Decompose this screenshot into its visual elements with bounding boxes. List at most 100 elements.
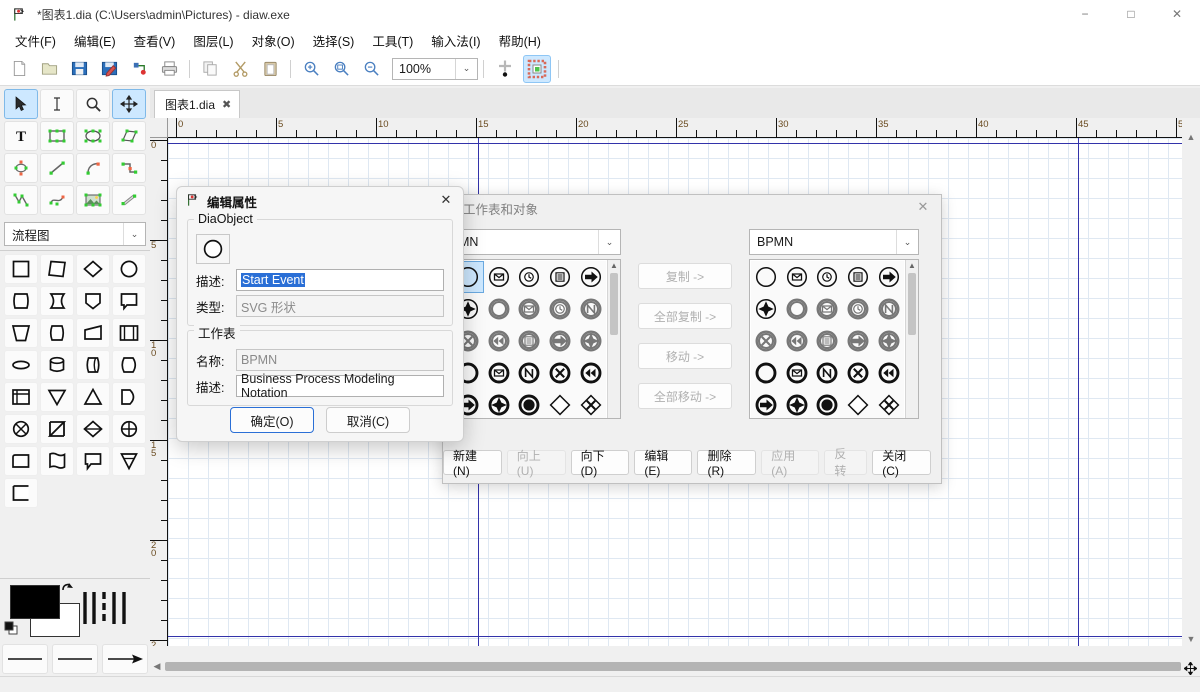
- multiple-intermediate-icon[interactable]: [575, 325, 606, 357]
- display-shape[interactable]: [112, 350, 146, 380]
- move-to-button[interactable]: 移动 ->: [638, 343, 732, 369]
- chevron-down-icon[interactable]: ⌄: [896, 230, 918, 254]
- zoom-combobox[interactable]: 100% ⌄: [392, 57, 478, 80]
- magnify-tool[interactable]: [76, 89, 110, 119]
- minimize-button[interactable]: −: [1062, 0, 1108, 28]
- pan-corner-icon[interactable]: [1182, 660, 1198, 676]
- open-button[interactable]: [36, 56, 62, 82]
- compensation-end-event-icon[interactable]: [873, 357, 904, 389]
- scrollbar-thumb[interactable]: [165, 662, 1181, 671]
- rule-end-event-icon[interactable]: [812, 357, 843, 389]
- predefined-process-shape[interactable]: [112, 318, 146, 348]
- menu-input-method[interactable]: 输入法(I): [422, 28, 489, 53]
- inverted-triangle-shape[interactable]: [40, 382, 74, 412]
- zoom-in-button[interactable]: [298, 56, 324, 82]
- preparation-shape[interactable]: [40, 318, 74, 348]
- scrollbar-thumb[interactable]: [610, 273, 618, 335]
- multiple-end-event-icon[interactable]: [483, 389, 515, 418]
- close-icon[interactable]: ✕: [436, 192, 456, 211]
- message-end-event-icon[interactable]: [483, 357, 515, 389]
- move-all-to-button[interactable]: 全部移动 ->: [638, 383, 732, 409]
- direct-access-shape[interactable]: [76, 350, 110, 380]
- outline-tool[interactable]: [112, 185, 146, 215]
- link-start-event-icon[interactable]: [575, 261, 606, 293]
- menu-help[interactable]: 帮助(H): [490, 28, 550, 53]
- reset-colors-icon[interactable]: [4, 621, 20, 640]
- scroll-up-icon[interactable]: ▲: [906, 260, 918, 272]
- gateway-icon[interactable]: [544, 389, 576, 418]
- rule-end-event-icon[interactable]: [514, 357, 545, 389]
- modify-tool[interactable]: [4, 89, 38, 119]
- message-start-event-icon[interactable]: [781, 261, 813, 293]
- plain-line-end-button[interactable]: [2, 644, 48, 674]
- menu-select[interactable]: 选择(S): [304, 28, 364, 53]
- apply-button[interactable]: 应用(A): [761, 449, 820, 478]
- terminate-end-event-icon[interactable]: [812, 389, 843, 418]
- text-tool[interactable]: [40, 89, 74, 119]
- zoom-out-button[interactable]: [358, 56, 384, 82]
- delay-shape[interactable]: [40, 286, 74, 316]
- intermediate-event-icon[interactable]: [483, 293, 515, 325]
- chevron-down-icon[interactable]: ⌄: [455, 58, 477, 79]
- scrollbar-thumb[interactable]: [908, 273, 916, 335]
- close-icon[interactable]: ✖: [222, 98, 231, 111]
- end-event-icon[interactable]: [751, 357, 782, 389]
- multiple-start-event-icon[interactable]: [751, 293, 782, 325]
- callout-shape[interactable]: [76, 446, 110, 476]
- timer-start-event-icon[interactable]: [812, 261, 843, 293]
- close-icon[interactable]: ✕: [913, 199, 933, 217]
- move-up-button[interactable]: 向上(U): [506, 449, 566, 478]
- diamond-outline-shape[interactable]: [76, 414, 110, 444]
- diamond-shape[interactable]: [76, 254, 110, 284]
- save-as-button[interactable]: [96, 56, 122, 82]
- maximize-button[interactable]: □: [1108, 0, 1154, 28]
- copy-all-to-button[interactable]: 全部复制 ->: [638, 303, 732, 329]
- exclusive-gateway-icon[interactable]: [873, 389, 904, 418]
- foreground-color-swatch[interactable]: [10, 585, 60, 619]
- menu-tools[interactable]: 工具(T): [363, 28, 422, 53]
- hourglass-shape[interactable]: [40, 414, 74, 444]
- zoom-value[interactable]: 100%: [393, 59, 455, 79]
- down-arrow-shape[interactable]: [112, 446, 146, 476]
- export-button[interactable]: [126, 56, 152, 82]
- scroll-up-icon[interactable]: ▲: [608, 260, 620, 272]
- triangle-shape[interactable]: [76, 382, 110, 412]
- save-button[interactable]: [66, 56, 92, 82]
- note-shape[interactable]: [112, 286, 146, 316]
- object-description-field[interactable]: Start Event: [236, 269, 444, 291]
- exception-intermediate-icon[interactable]: [751, 325, 782, 357]
- menu-view[interactable]: 查看(V): [125, 28, 185, 53]
- image-tool[interactable]: [76, 185, 110, 215]
- bezier-tool[interactable]: [40, 185, 74, 215]
- show-page-breaks-toggle[interactable]: [523, 54, 551, 83]
- snap-to-grid-toggle[interactable]: [491, 55, 519, 83]
- vertical-scrollbar[interactable]: ▲ ▼: [1184, 130, 1198, 646]
- zigzag-tool[interactable]: [112, 153, 146, 183]
- scroll-left-icon[interactable]: ◀: [150, 661, 164, 672]
- circle-shape[interactable]: [112, 254, 146, 284]
- circle-cross-shape[interactable]: [112, 414, 146, 444]
- ellipse-tool[interactable]: [76, 121, 110, 151]
- close-button[interactable]: ✕: [1154, 0, 1200, 28]
- polygon-tool[interactable]: [112, 121, 146, 151]
- compensation-intermediate-icon[interactable]: [483, 325, 515, 357]
- left-sheet-combobox[interactable]: MN ⌄: [451, 229, 621, 255]
- rounded-rect-shape[interactable]: [4, 446, 38, 476]
- gateway-icon[interactable]: [842, 389, 874, 418]
- new-sheet-button[interactable]: 新建(N): [443, 449, 502, 478]
- timer-start-event-icon[interactable]: [514, 261, 545, 293]
- arc-tool[interactable]: [76, 153, 110, 183]
- menu-edit[interactable]: 编辑(E): [65, 28, 125, 53]
- close-dialog-button[interactable]: 关闭(C): [872, 449, 931, 478]
- half-round-shape[interactable]: [112, 382, 146, 412]
- cancel-button[interactable]: 取消(C): [326, 407, 410, 433]
- exclusive-gateway-icon[interactable]: [575, 389, 606, 418]
- swap-colors-icon[interactable]: [60, 581, 76, 600]
- flat-ellipse-shape[interactable]: [4, 350, 38, 380]
- move-down-button[interactable]: 向下(D): [570, 449, 630, 478]
- edit-sheet-button[interactable]: 编辑(E): [634, 449, 693, 478]
- horizontal-scrollbar[interactable]: ◀: [150, 658, 1182, 674]
- sheet-description-field[interactable]: Business Process Modeling Notation: [236, 372, 444, 400]
- pentagon-shape[interactable]: [76, 286, 110, 316]
- paste-button[interactable]: [257, 56, 283, 82]
